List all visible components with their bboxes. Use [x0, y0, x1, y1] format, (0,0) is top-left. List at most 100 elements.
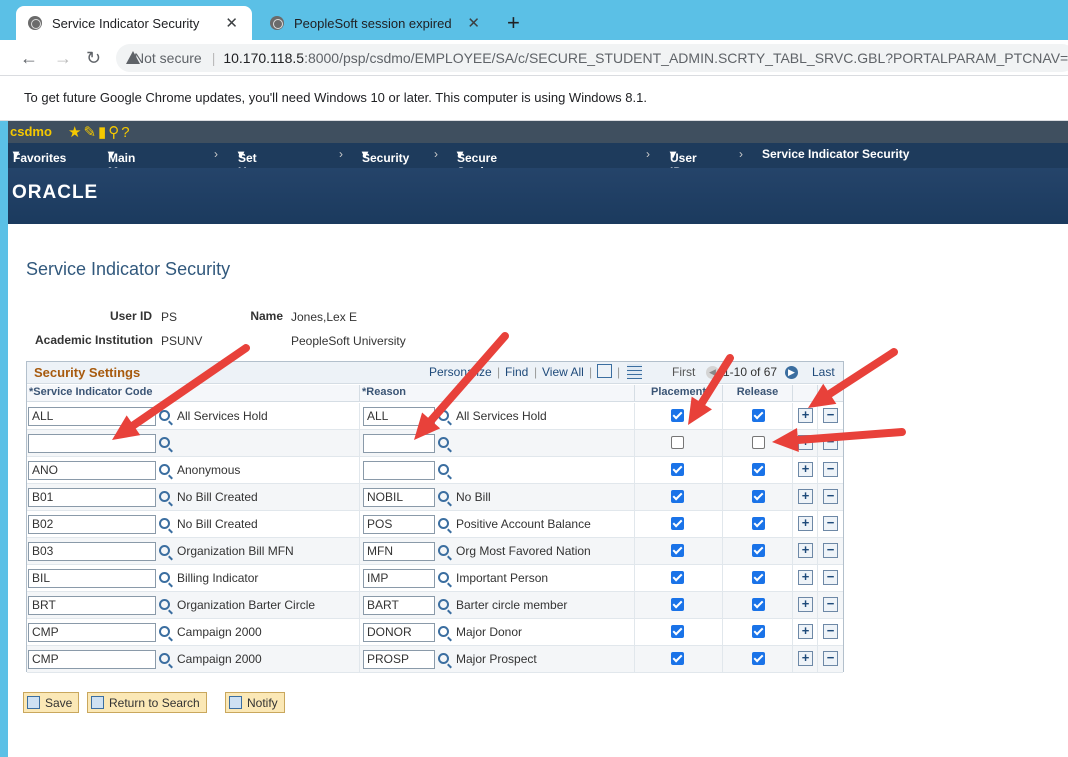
lookup-icon[interactable] — [438, 653, 449, 664]
add-row-button[interactable]: + — [798, 516, 813, 531]
service-indicator-code-input[interactable]: BIL — [28, 569, 156, 588]
placement-checkbox[interactable] — [671, 652, 684, 665]
delete-row-button[interactable]: − — [823, 651, 838, 666]
service-indicator-code-input[interactable]: CMP — [28, 650, 156, 669]
add-row-button[interactable]: + — [798, 543, 813, 558]
lookup-icon[interactable] — [438, 626, 449, 637]
find-link[interactable]: Find — [505, 365, 528, 379]
lookup-icon[interactable] — [438, 491, 449, 502]
favorite-star-icon[interactable]: ★ — [68, 124, 83, 141]
add-row-button[interactable]: + — [798, 462, 813, 477]
reason-input[interactable]: DONOR — [363, 623, 435, 642]
placement-checkbox[interactable] — [671, 517, 684, 530]
lookup-icon[interactable] — [438, 599, 449, 610]
reason-input[interactable]: IMP — [363, 569, 435, 588]
lookup-icon[interactable] — [159, 626, 170, 637]
delete-row-button[interactable]: − — [823, 408, 838, 423]
reason-input[interactable]: NOBIL — [363, 488, 435, 507]
lookup-icon[interactable] — [159, 545, 170, 556]
delete-row-button[interactable]: − — [823, 435, 838, 450]
favorites-menu[interactable]: Favorites ▾ — [13, 147, 66, 165]
lookup-icon[interactable] — [438, 572, 449, 583]
service-indicator-code-input[interactable] — [28, 434, 156, 453]
tab-service-indicator-security[interactable]: Service Indicator Security ✕ — [16, 6, 252, 40]
close-icon[interactable]: ✕ — [225, 14, 238, 32]
delete-row-button[interactable]: − — [823, 543, 838, 558]
reason-input[interactable]: ALL — [363, 407, 435, 426]
new-tab-icon[interactable]: + — [507, 10, 520, 36]
search-icon[interactable]: ⚲ — [108, 124, 121, 141]
previous-icon[interactable]: ◀ — [706, 366, 719, 379]
crumb-secure-student-admin[interactable]: Secure Student Administration ▾ — [457, 147, 542, 193]
delete-row-button[interactable]: − — [823, 516, 838, 531]
release-checkbox[interactable] — [752, 625, 765, 638]
crumb-user-id[interactable]: User ID ▾ — [670, 147, 697, 179]
reason-input[interactable]: BART — [363, 596, 435, 615]
service-indicator-code-input[interactable]: CMP — [28, 623, 156, 642]
lookup-icon[interactable] — [438, 410, 449, 421]
add-row-button[interactable]: + — [798, 435, 813, 450]
reason-input[interactable] — [363, 461, 435, 480]
placement-checkbox[interactable] — [671, 409, 684, 422]
close-icon[interactable]: ✕ — [467, 14, 480, 32]
crumb-setup-sacr[interactable]: Set Up SACR ▾ — [238, 147, 272, 193]
spreadsheet-icon[interactable] — [627, 364, 642, 379]
lookup-icon[interactable] — [159, 437, 170, 448]
add-row-button[interactable]: + — [798, 651, 813, 666]
release-checkbox[interactable] — [752, 598, 765, 611]
crumb-security[interactable]: Security ▾ — [362, 147, 409, 165]
release-checkbox[interactable] — [752, 652, 765, 665]
service-indicator-code-input[interactable]: ANO — [28, 461, 156, 480]
save-button[interactable]: Save — [23, 692, 80, 713]
delete-row-button[interactable]: − — [823, 624, 838, 639]
placement-checkbox[interactable] — [671, 544, 684, 557]
lookup-icon[interactable] — [159, 491, 170, 502]
release-checkbox[interactable] — [752, 544, 765, 557]
return-to-search-button[interactable]: Return to Search — [87, 692, 207, 713]
lookup-icon[interactable] — [159, 464, 170, 475]
lookup-icon[interactable] — [159, 572, 170, 583]
lookup-icon[interactable] — [438, 518, 449, 529]
placement-checkbox[interactable] — [671, 463, 684, 476]
placement-checkbox[interactable] — [671, 598, 684, 611]
add-row-button[interactable]: + — [798, 489, 813, 504]
forward-icon[interactable]: → — [54, 48, 72, 69]
lookup-icon[interactable] — [159, 410, 170, 421]
back-icon[interactable]: ← — [20, 48, 38, 69]
service-indicator-code-input[interactable]: BRT — [28, 596, 156, 615]
next-icon[interactable]: ▶ — [785, 366, 798, 379]
reload-icon[interactable]: ↻ — [86, 48, 101, 69]
last-link[interactable]: Last — [812, 365, 835, 379]
lookup-icon[interactable] — [159, 518, 170, 529]
placement-checkbox[interactable] — [671, 625, 684, 638]
add-row-button[interactable]: + — [798, 597, 813, 612]
lookup-icon[interactable] — [159, 599, 170, 610]
release-checkbox[interactable] — [752, 490, 765, 503]
placement-checkbox[interactable] — [671, 436, 684, 449]
first-label[interactable]: First — [672, 365, 695, 379]
lookup-icon[interactable] — [438, 545, 449, 556]
add-row-button[interactable]: + — [798, 570, 813, 585]
tab-session-expired[interactable]: PeopleSoft session expired ✕ — [258, 6, 494, 40]
reason-input[interactable]: POS — [363, 515, 435, 534]
reason-input[interactable]: MFN — [363, 542, 435, 561]
reason-input[interactable] — [363, 434, 435, 453]
release-checkbox[interactable] — [752, 571, 765, 584]
add-row-button[interactable]: + — [798, 408, 813, 423]
delete-row-button[interactable]: − — [823, 462, 838, 477]
personalize-link[interactable]: Personalize — [429, 365, 492, 379]
service-indicator-code-input[interactable]: B03 — [28, 542, 156, 561]
service-indicator-code-input[interactable]: B01 — [28, 488, 156, 507]
address-bar[interactable]: Not secure | 10.170.118.5 :8000/psp/csdm… — [116, 44, 1068, 72]
help-icon[interactable]: ? — [121, 124, 131, 141]
lookup-icon[interactable] — [159, 653, 170, 664]
placement-checkbox[interactable] — [671, 490, 684, 503]
release-checkbox[interactable] — [752, 517, 765, 530]
service-indicator-code-input[interactable]: ALL — [28, 407, 156, 426]
delete-row-button[interactable]: − — [823, 570, 838, 585]
placement-checkbox[interactable] — [671, 571, 684, 584]
view-all-link[interactable]: View All — [542, 365, 584, 379]
service-indicator-code-input[interactable]: B02 — [28, 515, 156, 534]
lookup-icon[interactable] — [438, 464, 449, 475]
lookup-icon[interactable] — [438, 437, 449, 448]
